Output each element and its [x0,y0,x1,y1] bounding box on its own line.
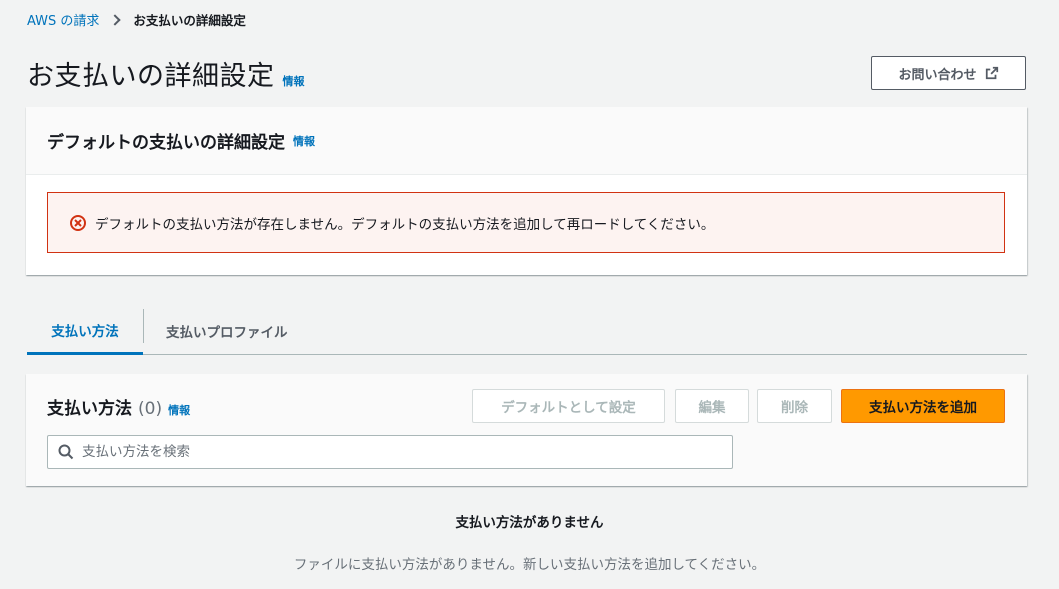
edit-button[interactable]: 編集 [675,389,749,423]
default-payment-panel: デフォルトの支払いの詳細設定 情報 デフォルトの支払い方法が存在しません。デフォ… [26,107,1027,275]
default-panel-info-link[interactable]: 情報 [293,133,315,149]
default-panel-header: デフォルトの支払いの詳細設定 情報 [26,107,1027,175]
empty-state-description: ファイルに支払い方法がありません。新しい支払い方法を追加してください。 [293,557,766,573]
payment-methods-panel: 支払い方法 (0) 情報 デフォルトとして設定 編集 削除 支払い方法を追加 [26,374,1027,486]
add-payment-method-button[interactable]: 支払い方法を追加 [841,389,1005,423]
page-header: お支払いの詳細設定 情報 [27,54,305,93]
payment-methods-info-link[interactable]: 情報 [168,402,190,418]
search-field[interactable] [47,435,733,469]
breadcrumb-link-billing[interactable]: AWS の請求 [27,10,99,29]
payment-methods-count: (0) [138,399,163,419]
tab-payment-methods[interactable]: 支払い方法 [27,308,143,355]
tab-bar: 支払い方法 支払いプロファイル [27,308,1027,355]
error-message: デフォルトの支払い方法が存在しません。デフォルトの支払い方法を追加して再ロードし… [95,216,715,233]
error-circle-icon [70,214,86,231]
empty-state-title: 支払い方法がありません [455,515,604,531]
chevron-right-icon [109,13,122,26]
contact-us-button[interactable]: お問い合わせ [871,56,1026,90]
payment-methods-header: 支払い方法 (0) 情報 [47,394,190,419]
search-input[interactable] [82,444,732,460]
tab-divider [143,309,144,343]
delete-button[interactable]: 削除 [757,389,832,423]
external-link-icon [985,66,998,80]
tab-payment-profiles[interactable]: 支払いプロファイル [166,308,288,354]
error-alert: デフォルトの支払い方法が存在しません。デフォルトの支払い方法を追加して再ロードし… [47,192,1005,253]
payment-methods-title: 支払い方法 [47,399,132,419]
page-info-link[interactable]: 情報 [283,73,305,89]
breadcrumb: AWS の請求 お支払いの詳細設定 [27,10,246,29]
default-panel-title: デフォルトの支払いの詳細設定 [47,133,285,153]
breadcrumb-current: お支払いの詳細設定 [133,13,246,28]
set-default-button[interactable]: デフォルトとして設定 [472,389,665,423]
page-title: お支払いの詳細設定 [27,61,275,92]
search-icon [58,444,74,460]
contact-us-label: お問い合わせ [898,67,977,83]
